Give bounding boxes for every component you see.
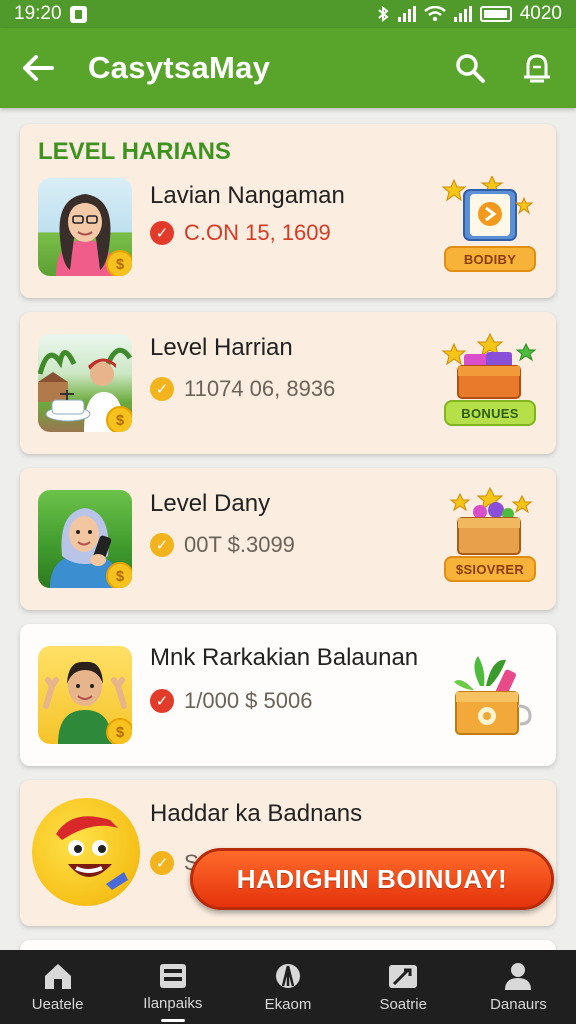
- reward-badge[interactable]: $SIOVRER: [440, 486, 540, 590]
- list-item[interactable]: [20, 940, 556, 950]
- nav-label: Ekaom: [264, 995, 312, 1013]
- status-time: 19:20: [14, 3, 62, 24]
- coin-icon: $: [106, 406, 132, 432]
- wallet-icon: [276, 963, 300, 988]
- nav-label: Danaurs: [490, 995, 547, 1013]
- item-amount: ✓ 1/000 $ 5006: [150, 688, 312, 714]
- app-bar: CasytsaMay: [0, 28, 576, 108]
- bottom-navigation: Ueatele Ilanpaiks Ekaom Soatrie Danaurs: [0, 950, 576, 1024]
- gift-plant-box-icon: [454, 656, 532, 735]
- bluetooth-icon: [378, 6, 389, 22]
- list-item[interactable]: $ Level Harrian ✓ 11074 06, 8936 BONUES: [20, 312, 556, 454]
- gift-book-icon: [441, 174, 534, 241]
- profile-icon: [505, 962, 532, 990]
- avatar: [32, 798, 140, 906]
- treasure-chest-icon: [449, 486, 533, 555]
- item-name: Level Dany: [150, 490, 271, 517]
- reward-label: $SIOVRER: [444, 556, 536, 582]
- nav-item-wallet[interactable]: Ekaom: [230, 950, 345, 1024]
- status-bar: 19:20 4020: [0, 0, 576, 28]
- avatar: $: [38, 490, 132, 588]
- battery-icon: [479, 6, 512, 22]
- item-name: Level Harrian: [150, 334, 293, 361]
- item-amount: ✓ 00T $.3099: [150, 532, 295, 558]
- smiley-mascot-icon: [56, 816, 128, 890]
- reward-badge[interactable]: BONUES: [440, 330, 540, 434]
- tools-icon: [389, 964, 418, 988]
- signal-icon: [397, 6, 416, 22]
- item-name: Lavian Nangaman: [150, 182, 345, 209]
- check-icon: ✓: [150, 221, 174, 245]
- avatar: $: [38, 178, 132, 276]
- grid-icon: [159, 963, 186, 988]
- nav-item-tools[interactable]: Soatrie: [346, 950, 461, 1024]
- check-icon: ✓: [150, 377, 174, 401]
- battery-text: 4020: [519, 3, 562, 24]
- coin-icon: $: [106, 250, 132, 276]
- item-name: Haddar ka Badnans: [150, 800, 363, 827]
- nav-label: Soatrie: [379, 995, 427, 1013]
- nav-label: Ueatele: [31, 995, 84, 1013]
- reward-list: LEVEL HARIANS $ Lavian Nangaman ✓ C.ON 1…: [0, 108, 576, 950]
- reward-label: BODIBY: [444, 246, 536, 272]
- wifi-icon: [423, 6, 446, 22]
- avatar: $: [38, 334, 132, 432]
- treasure-box-icon: [441, 332, 537, 399]
- nav-item-levels[interactable]: Ilanpaiks: [115, 950, 230, 1024]
- check-icon: ✓: [150, 689, 174, 713]
- section-title: LEVEL HARIANS: [38, 138, 231, 165]
- claim-bonus-button[interactable]: HADIGHIN BOINUAY!: [190, 848, 554, 910]
- search-icon[interactable]: [454, 52, 486, 84]
- app-title: CasytsaMay: [88, 50, 271, 85]
- notification-bell-icon[interactable]: [520, 51, 554, 85]
- reward-label: BONUES: [444, 400, 536, 426]
- check-icon: ✓: [150, 533, 174, 557]
- nav-label: Ilanpaiks: [143, 994, 203, 1012]
- coin-icon: $: [106, 718, 132, 744]
- avatar: $: [38, 646, 132, 744]
- item-amount: ✓ C.ON 15, 1609: [150, 220, 331, 246]
- back-arrow-icon[interactable]: [22, 54, 54, 82]
- notification-icon: [69, 5, 87, 23]
- reward-badge[interactable]: [440, 646, 540, 750]
- list-item[interactable]: $ Mnk Rarkakian Balaunan ✓ 1/000 $ 5006: [20, 624, 556, 766]
- coin-icon: $: [106, 562, 132, 588]
- item-amount: ✓ 11074 06, 8936: [150, 376, 335, 402]
- reward-badge[interactable]: BODIBY: [440, 174, 540, 280]
- nav-item-home[interactable]: Ueatele: [0, 950, 115, 1024]
- nav-item-profile[interactable]: Danaurs: [461, 950, 576, 1024]
- list-item[interactable]: LEVEL HARIANS $ Lavian Nangaman ✓ C.ON 1…: [20, 124, 556, 298]
- check-icon: ✓: [150, 851, 174, 875]
- item-name: Mnk Rarkakian Balaunan: [150, 644, 419, 671]
- home-icon: [44, 963, 71, 989]
- signal-icon-2: [453, 6, 472, 22]
- list-item[interactable]: $ Level Dany ✓ 00T $.3099 $SIOVRER: [20, 468, 556, 610]
